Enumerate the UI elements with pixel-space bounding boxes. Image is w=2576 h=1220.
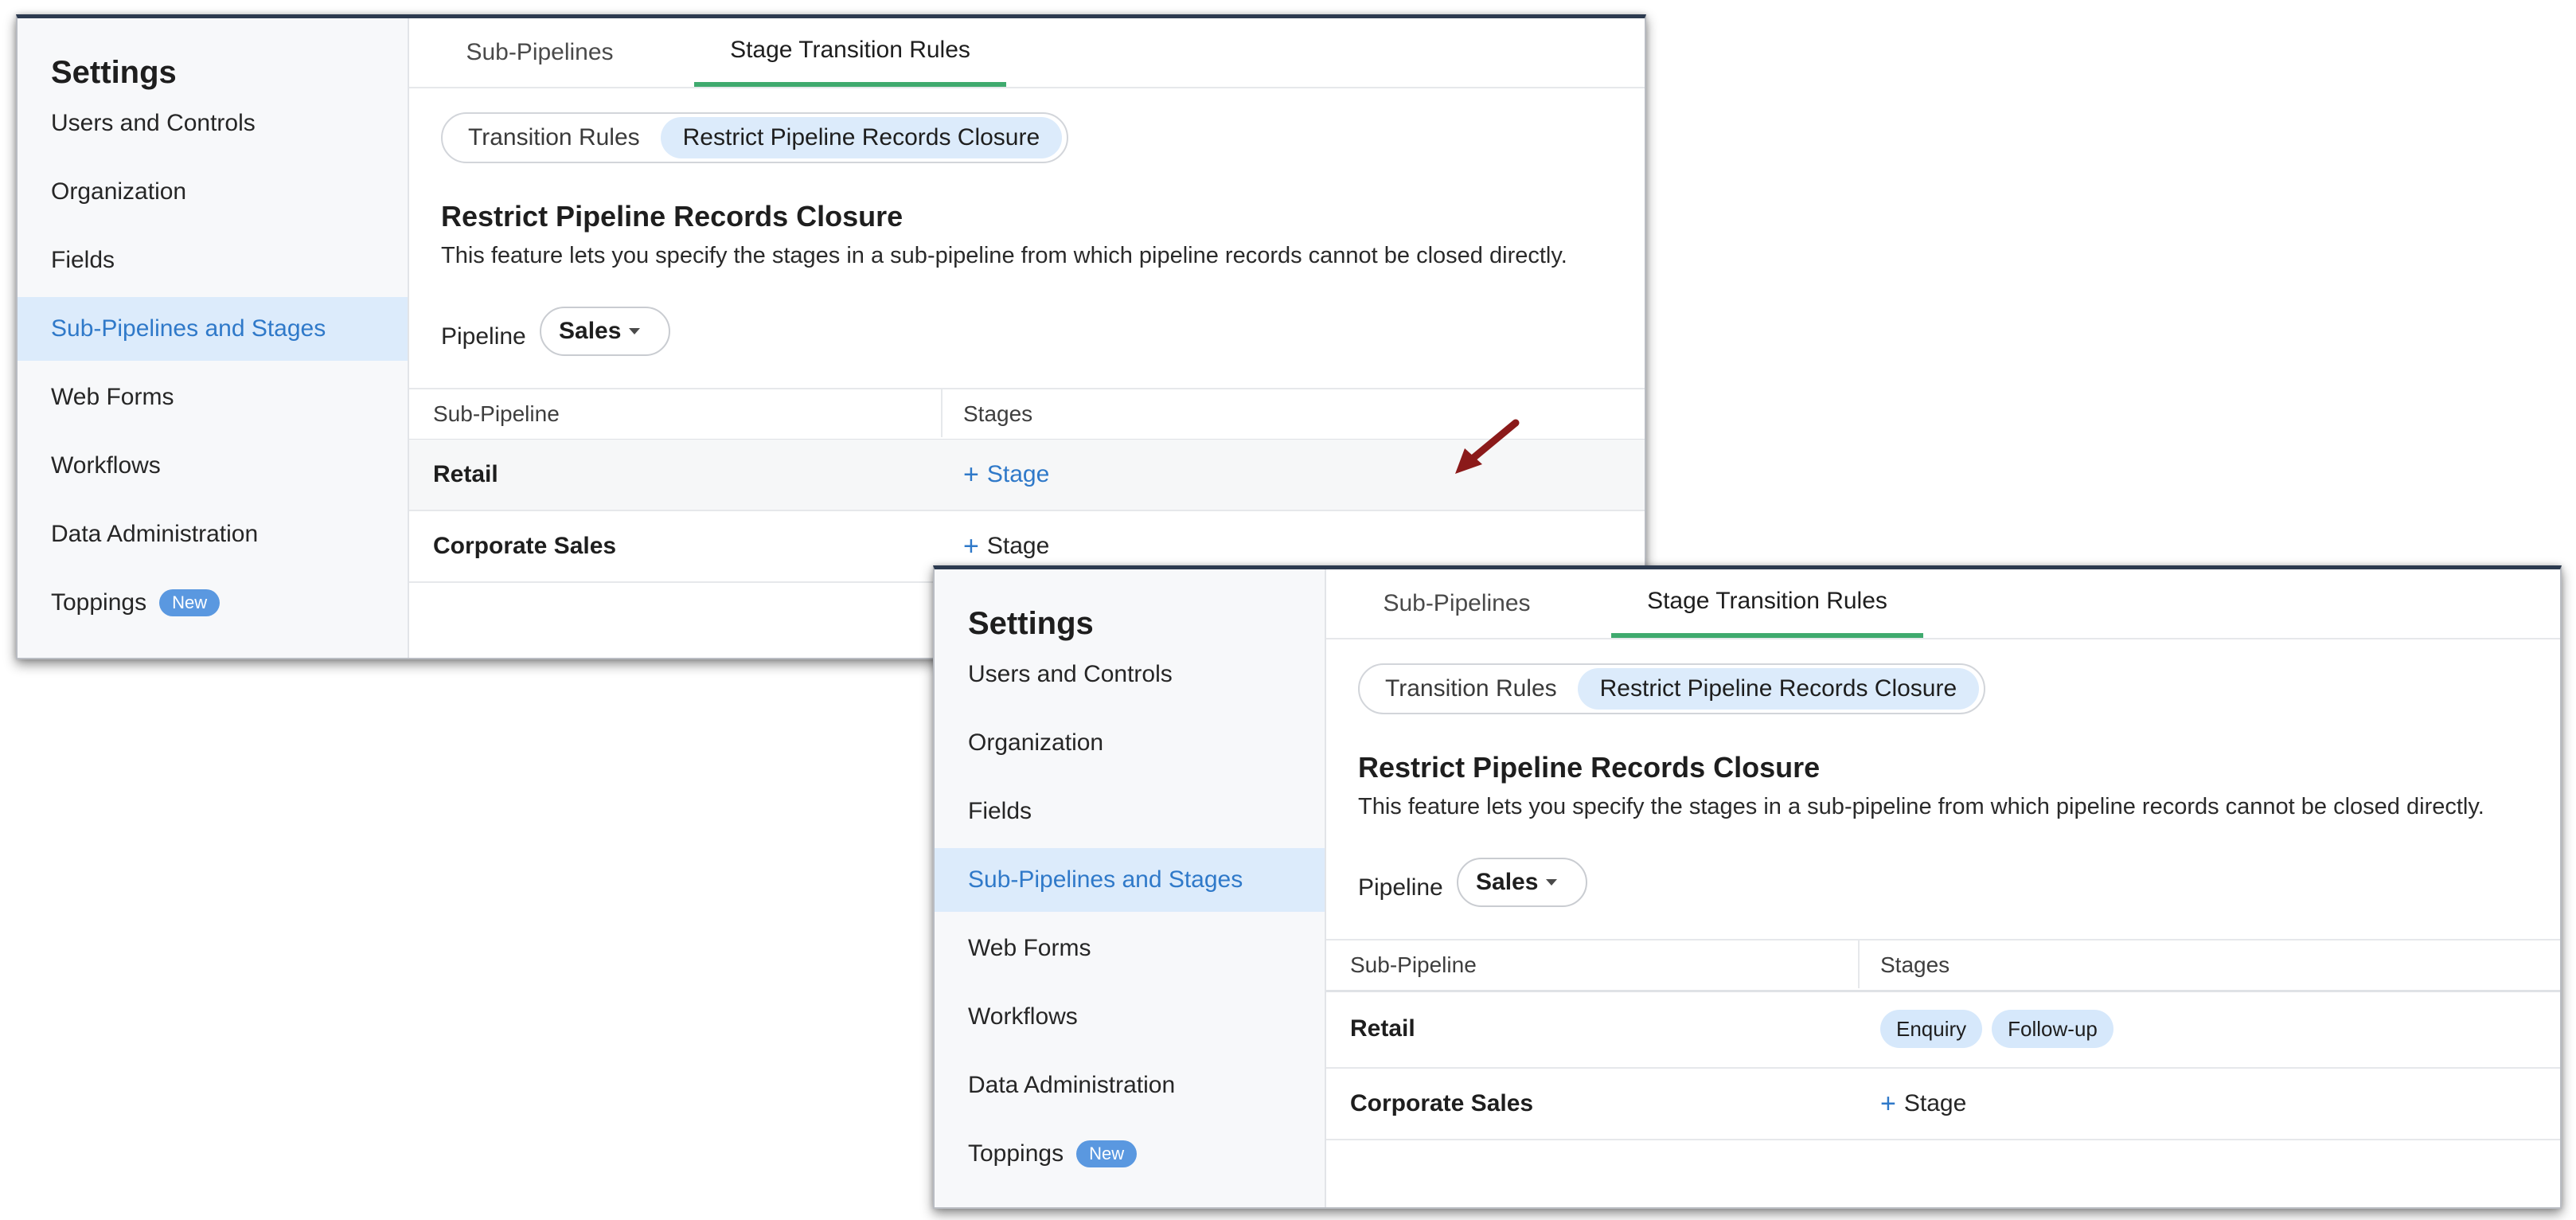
chevron-down-icon [629, 328, 640, 334]
plus-icon: + [963, 530, 979, 561]
sidebar-item-sub-pipelines-and-stages[interactable]: Sub-Pipelines and Stages [935, 848, 1325, 912]
stage-chip[interactable]: Follow-up [1992, 1010, 2113, 1048]
new-badge: New [159, 589, 221, 616]
sidebar-item-data-administration[interactable]: Data Administration [18, 502, 408, 566]
segment-transition-rules[interactable]: Transition Rules [447, 117, 661, 158]
tab-stage-transition-rules[interactable]: Stage Transition Rules [1611, 569, 1923, 638]
chevron-down-icon [1546, 879, 1557, 886]
table-header: Sub-Pipeline Stages [1326, 939, 2560, 992]
rule-type-toggle: Transition Rules Restrict Pipeline Recor… [441, 112, 1069, 163]
table-row: Corporate Sales + Stage [1326, 1069, 2560, 1140]
sidebar-item-organization[interactable]: Organization [18, 160, 408, 224]
add-stage-label: Stage [986, 533, 1050, 559]
sidebar-item-sub-pipelines-and-stages[interactable]: Sub-Pipelines and Stages [18, 297, 408, 361]
sub-pipeline-name: Retail [433, 461, 498, 487]
settings-main: Sub-Pipelines Stage Transition Rules Tra… [1326, 569, 2560, 1207]
sidebar-item-users-and-controls[interactable]: Users and Controls [935, 643, 1325, 706]
pipeline-select-value: Sales [1476, 869, 1539, 895]
sidebar-item-toppings[interactable]: Toppings New [18, 571, 408, 635]
plus-icon: + [1880, 1088, 1896, 1119]
sidebar-item-label: Fields [51, 247, 115, 273]
column-divider [941, 388, 943, 437]
pipeline-select-value: Sales [559, 318, 622, 344]
sidebar-title: Settings [968, 606, 1094, 641]
tab-sub-pipelines[interactable]: Sub-Pipelines [452, 18, 627, 87]
pipeline-select[interactable]: Sales [1457, 858, 1587, 907]
table-row: Retail Enquiry Follow-up [1326, 991, 2560, 1069]
sidebar-item-users-and-controls[interactable]: Users and Controls [18, 92, 408, 155]
add-stage-button[interactable]: + Stage [1880, 1069, 1966, 1139]
tab-bar: Sub-Pipelines Stage Transition Rules [1326, 569, 2560, 639]
sidebar-item-label: Organization [51, 178, 187, 205]
column-header-sub-pipeline: Sub-Pipeline [433, 401, 560, 426]
settings-sidebar: Settings Users and Controls Organization… [18, 18, 409, 658]
section-description: This feature lets you specify the stages… [441, 243, 1567, 268]
sidebar-item-label: Sub-Pipelines and Stages [51, 315, 326, 342]
column-divider [1858, 939, 1860, 988]
pipeline-select[interactable]: Sales [540, 307, 670, 356]
sidebar-item-label: Data Administration [968, 1072, 1176, 1098]
sub-pipeline-name: Corporate Sales [433, 533, 617, 559]
segment-transition-rules[interactable]: Transition Rules [1364, 668, 1578, 710]
new-badge: New [1076, 1140, 1138, 1167]
sidebar-item-organization[interactable]: Organization [935, 711, 1325, 775]
sidebar-item-label: Web Forms [968, 935, 1091, 961]
sidebar-item-label: Web Forms [51, 384, 174, 410]
settings-panel-before: Settings Users and Controls Organization… [16, 14, 1646, 659]
add-stage-button[interactable]: + Stage [963, 440, 1049, 510]
sidebar-item-workflows[interactable]: Workflows [18, 434, 408, 498]
sidebar-item-label: Toppings [51, 589, 147, 616]
stage-chip[interactable]: Enquiry [1880, 1010, 1983, 1048]
rule-type-toggle: Transition Rules Restrict Pipeline Recor… [1358, 663, 1986, 714]
tab-bar: Sub-Pipelines Stage Transition Rules [409, 18, 1645, 88]
sidebar-item-label: Users and Controls [51, 110, 256, 136]
add-stage-label: Stage [1903, 1090, 1967, 1116]
sidebar-item-web-forms[interactable]: Web Forms [18, 366, 408, 429]
settings-sidebar: Settings Users and Controls Organization… [935, 569, 1326, 1207]
plus-icon: + [963, 459, 979, 490]
stage-chips: Enquiry Follow-up [1880, 991, 2123, 1067]
settings-panel-after: Settings Users and Controls Organization… [933, 565, 2562, 1209]
sidebar-item-workflows[interactable]: Workflows [935, 985, 1325, 1049]
column-header-stages: Stages [963, 401, 1033, 426]
sidebar-item-fields[interactable]: Fields [18, 229, 408, 292]
column-header-stages: Stages [1880, 952, 1950, 977]
sub-pipeline-name: Retail [1350, 1015, 1415, 1042]
column-header-sub-pipeline: Sub-Pipeline [1350, 952, 1477, 977]
arrow-annotation-icon [1455, 419, 1520, 474]
section-title: Restrict Pipeline Records Closure [1358, 751, 1821, 784]
tab-sub-pipelines[interactable]: Sub-Pipelines [1369, 569, 1544, 638]
sidebar-item-fields[interactable]: Fields [935, 780, 1325, 843]
segment-restrict-closure[interactable]: Restrict Pipeline Records Closure [660, 117, 1063, 158]
sidebar-title: Settings [51, 55, 177, 90]
section-title: Restrict Pipeline Records Closure [441, 200, 904, 233]
sub-pipeline-name: Corporate Sales [1350, 1090, 1534, 1116]
sidebar-item-label: Sub-Pipelines and Stages [968, 866, 1243, 893]
segment-restrict-closure[interactable]: Restrict Pipeline Records Closure [1577, 668, 1980, 710]
pipeline-label: Pipeline [441, 323, 526, 350]
sidebar-item-label: Data Administration [51, 521, 259, 547]
sidebar-item-label: Organization [968, 729, 1104, 756]
tab-stage-transition-rules[interactable]: Stage Transition Rules [694, 18, 1006, 87]
sidebar-item-label: Users and Controls [968, 661, 1173, 687]
sidebar-item-label: Workflows [51, 452, 161, 479]
sidebar-item-label: Fields [968, 798, 1032, 824]
add-stage-label: Stage [986, 461, 1050, 487]
sidebar-item-label: Toppings [968, 1140, 1064, 1167]
section-description: This feature lets you specify the stages… [1358, 794, 2484, 819]
sidebar-item-label: Workflows [968, 1003, 1078, 1030]
sidebar-item-data-administration[interactable]: Data Administration [935, 1054, 1325, 1117]
pipeline-label: Pipeline [1358, 874, 1443, 901]
settings-main: Sub-Pipelines Stage Transition Rules Tra… [409, 18, 1645, 658]
sidebar-item-web-forms[interactable]: Web Forms [935, 917, 1325, 980]
sidebar-item-toppings[interactable]: Toppings New [935, 1122, 1325, 1186]
